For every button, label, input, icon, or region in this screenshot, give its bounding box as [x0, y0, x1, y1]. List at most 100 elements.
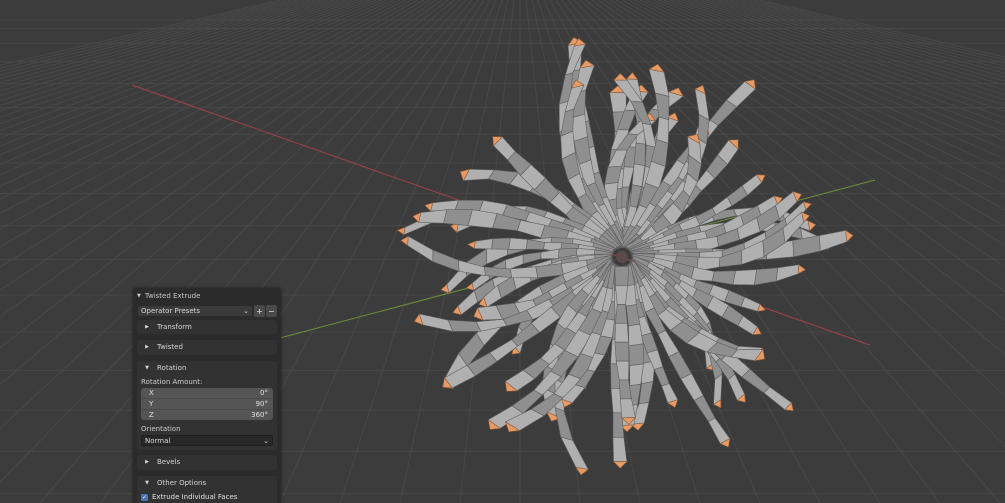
add-preset-button[interactable]: + [254, 305, 265, 317]
mesh-face [400, 235, 409, 247]
grid-line [279, 0, 497, 503]
operator-presets-select[interactable]: Operator Presets ⌄ [137, 305, 253, 317]
panel-title: Twisted Extrude [144, 291, 201, 300]
mesh-face [467, 240, 476, 250]
mesh-face [693, 395, 716, 422]
mesh-face [508, 237, 528, 250]
axis-value: 90° [255, 400, 268, 408]
orientation-label: Orientation [141, 425, 181, 433]
presets-row: Operator Presets ⌄ + − [137, 305, 277, 317]
section-bevels[interactable]: ▶ Bevels [137, 455, 277, 470]
rotation-z-field[interactable]: Z 360° [141, 410, 273, 420]
section-transform[interactable]: ▶ Transform [137, 320, 277, 334]
mesh-face [638, 381, 654, 405]
mesh-face [447, 319, 482, 332]
section-label: Other Options [157, 479, 207, 487]
section-rotation: ▼ Rotation Rotation Amount: X 0° Y 90° Z… [137, 361, 277, 450]
rotation-amount-fields: X 0° Y 90° Z 360° [141, 388, 273, 420]
rotation-amount-label: Rotation Amount: [141, 378, 203, 386]
mesh-face [443, 209, 473, 226]
other-options-header[interactable]: ▼ Other Options [137, 476, 277, 490]
mesh-face [407, 235, 434, 263]
mesh-face [509, 266, 539, 279]
mesh-face [656, 116, 670, 144]
triangle-right-icon: ▶ [145, 324, 149, 330]
mesh-face [711, 270, 736, 285]
mesh-face [807, 220, 817, 232]
mesh-face [614, 266, 630, 286]
mesh-face [474, 238, 494, 250]
axis-label: Z [149, 411, 154, 419]
mesh-face [560, 436, 589, 470]
mesh-face [615, 303, 628, 324]
chevron-down-icon: ⌄ [243, 307, 249, 315]
twisted-mesh-object[interactable] [396, 37, 854, 476]
mesh-face [740, 296, 761, 312]
twisted-extrude-operator-panel: ▼ Twisted Extrude Operator Presets ⌄ + −… [133, 288, 281, 503]
mesh-face [614, 341, 630, 362]
mesh-face [680, 373, 704, 401]
mesh-face [625, 72, 639, 80]
mesh-face [775, 264, 800, 282]
mesh-face [440, 283, 450, 294]
mesh-face [571, 113, 588, 143]
triangle-right-icon: ▶ [145, 459, 149, 465]
mesh-face [633, 142, 646, 167]
triangle-down-icon: ▼ [145, 480, 149, 486]
axis-label: X [149, 389, 154, 397]
mesh-core [616, 251, 628, 263]
mesh-face [612, 461, 628, 469]
mesh-face [613, 72, 628, 81]
mesh-face [418, 313, 454, 332]
orientation-dropdown[interactable]: Normal ⌄ [141, 435, 273, 446]
extrude-individual-faces-row[interactable]: ✓ Extrude Individual Faces [141, 493, 237, 501]
mesh-face [648, 68, 670, 97]
mesh-face [661, 383, 679, 404]
mesh-face [491, 237, 511, 250]
mesh-face [457, 289, 478, 316]
chevron-down-icon: ⌄ [263, 436, 269, 445]
axis-value: 0° [260, 389, 268, 397]
mesh-face [707, 417, 731, 445]
triangle-right-icon: ▶ [145, 344, 149, 350]
mesh-face [614, 322, 629, 343]
rotation-header[interactable]: ▼ Rotation [137, 361, 277, 375]
checkbox-label: Extrude Individual Faces [152, 493, 238, 501]
rotation-x-field[interactable]: X 0° [141, 388, 273, 399]
mesh-face [690, 266, 715, 282]
section-label: Transform [157, 323, 192, 331]
mesh-face [540, 248, 560, 260]
mesh-face [465, 282, 475, 291]
mesh-face [432, 249, 460, 272]
mesh-face [418, 209, 448, 224]
section-other-options: ▼ Other Options ✓ Extrude Individual Fac… [137, 476, 277, 503]
mesh-face [396, 226, 406, 236]
panel-header[interactable]: ▼ Twisted Extrude [133, 288, 281, 303]
section-twisted[interactable]: ▶ Twisted [137, 340, 277, 355]
mesh-face [653, 366, 670, 387]
mesh-face [628, 343, 644, 367]
rotation-y-field[interactable]: Y 90° [141, 399, 273, 410]
mesh-face [741, 368, 771, 394]
mesh-face [609, 91, 627, 113]
check-icon: ✓ [141, 493, 148, 501]
mesh-face [615, 284, 628, 305]
mesh-face [845, 229, 854, 243]
remove-preset-button[interactable]: − [266, 305, 277, 317]
triangle-down-icon: ▼ [137, 292, 141, 299]
section-label: Twisted [157, 343, 183, 351]
mesh-face [732, 269, 758, 286]
extrude-individual-faces-checkbox[interactable]: ✓ [141, 493, 148, 501]
mesh-face [818, 230, 848, 252]
mesh-face [612, 436, 628, 463]
mesh-face [522, 251, 542, 265]
presets-label: Operator Presets [141, 307, 201, 315]
mesh-face [694, 88, 710, 121]
section-label: Bevels [157, 458, 181, 466]
triangle-down-icon: ▼ [145, 365, 149, 371]
axis-value: 360° [251, 411, 268, 419]
mesh-face [484, 266, 512, 278]
axis-label: Y [149, 400, 154, 408]
section-label: Rotation [157, 364, 187, 372]
mesh-face [792, 235, 821, 258]
